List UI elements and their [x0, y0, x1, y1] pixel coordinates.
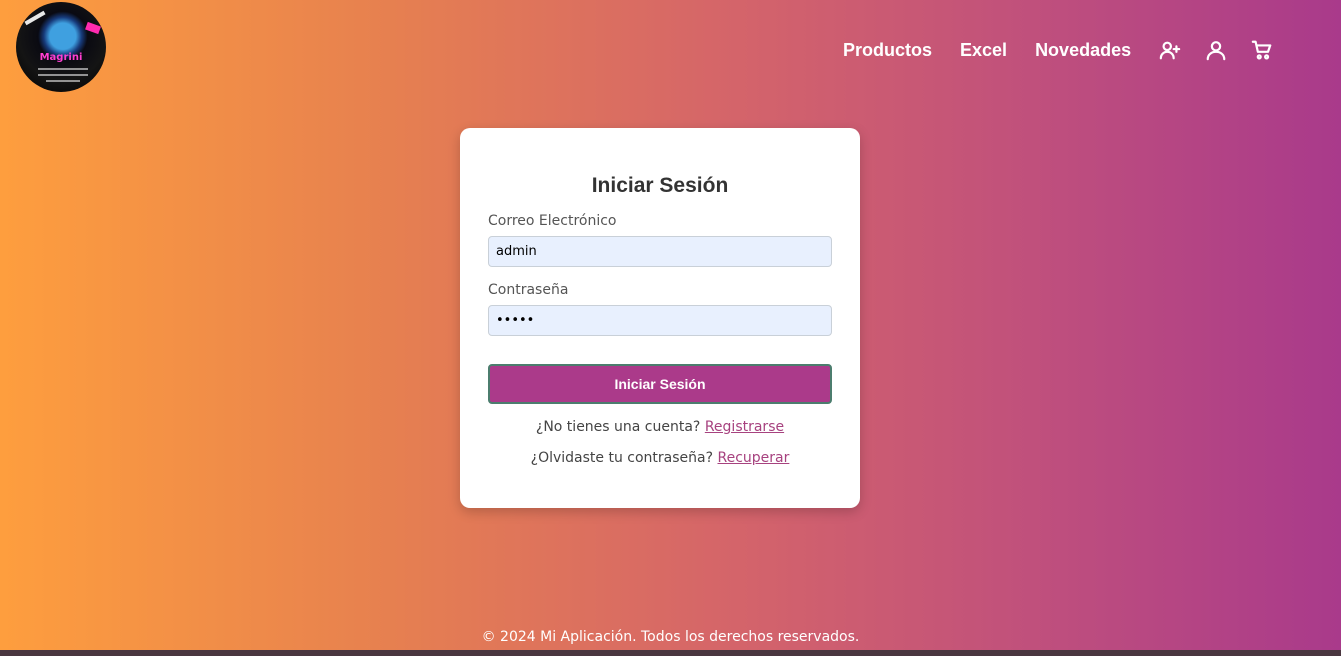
login-button[interactable]: Iniciar Sesión [488, 364, 832, 404]
brand-logo[interactable]: Magrini [16, 2, 106, 92]
nav-link-excel[interactable]: Excel [960, 38, 1007, 62]
bottom-border [0, 650, 1341, 656]
login-card: Iniciar Sesión Correo Electrónico Contra… [460, 128, 860, 508]
register-link[interactable]: Registrarse [705, 419, 784, 435]
recover-prompt-text: ¿Olvidaste tu contraseña? [530, 450, 714, 466]
recover-prompt-line: ¿Olvidaste tu contraseña? Recuperar [460, 450, 860, 466]
recover-link[interactable]: Recuperar [717, 450, 789, 466]
password-label: Contraseña [488, 282, 569, 298]
main-nav: Productos Excel Novedades [843, 38, 1297, 62]
add-user-icon[interactable] [1159, 39, 1181, 61]
password-field[interactable] [488, 305, 832, 336]
logo-detail-line [38, 74, 88, 76]
email-label: Correo Electrónico [488, 213, 617, 229]
logo-decoration [85, 21, 101, 35]
register-prompt-line: ¿No tienes una cuenta? Registrarse [460, 419, 860, 435]
email-field[interactable] [488, 236, 832, 267]
nav-link-productos[interactable]: Productos [843, 38, 932, 62]
logo-decoration [24, 10, 46, 26]
nav-link-novedades[interactable]: Novedades [1035, 38, 1131, 62]
register-prompt-text: ¿No tienes una cuenta? [535, 419, 701, 435]
user-icon[interactable] [1205, 39, 1227, 61]
footer-text: © 2024 Mi Aplicación. Todos los derechos… [481, 629, 860, 645]
cart-icon[interactable] [1251, 39, 1273, 61]
logo-detail-line [46, 80, 80, 82]
logo-brand-text: Magrini [39, 52, 83, 63]
logo-detail-line [38, 68, 88, 70]
login-title: Iniciar Sesión [591, 174, 729, 197]
